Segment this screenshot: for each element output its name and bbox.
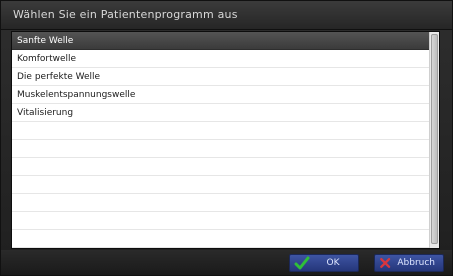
dialog-button-bar: OK Abbruch (1, 250, 452, 275)
program-list-item-empty[interactable] (12, 194, 430, 212)
program-list-item-empty[interactable] (12, 122, 430, 140)
program-list-item[interactable]: Muskelentspannungswelle (12, 86, 430, 104)
cancel-button-label: Abbruch (397, 258, 435, 268)
cancel-button[interactable]: Abbruch (374, 254, 444, 272)
program-list-item-empty[interactable] (12, 212, 430, 230)
program-list-item[interactable]: Die perfekte Welle (12, 68, 430, 86)
program-list-item-empty[interactable] (12, 176, 430, 194)
ok-button[interactable]: OK (289, 254, 359, 272)
scrollbar-thumb[interactable] (431, 34, 438, 244)
program-list-item-empty[interactable] (12, 140, 430, 158)
program-selection-dialog: Wählen Sie ein Patientenprogramm aus San… (0, 0, 453, 276)
program-list[interactable]: Sanfte Welle Komfortwelle Die perfekte W… (11, 31, 440, 249)
dialog-title: Wählen Sie ein Patientenprogramm aus (13, 8, 238, 21)
program-list-item-empty[interactable] (12, 158, 430, 176)
program-list-item[interactable]: Sanfte Welle (12, 32, 430, 50)
close-icon (380, 257, 391, 269)
checkmark-icon (294, 256, 310, 270)
program-list-item[interactable]: Komfortwelle (12, 50, 430, 68)
ok-button-label: OK (326, 258, 340, 268)
dialog-titlebar: Wählen Sie ein Patientenprogramm aus (1, 1, 452, 30)
program-list-item-empty[interactable] (12, 230, 430, 248)
list-scrollbar[interactable] (429, 32, 439, 248)
program-list-item[interactable]: Vitalisierung (12, 104, 430, 122)
